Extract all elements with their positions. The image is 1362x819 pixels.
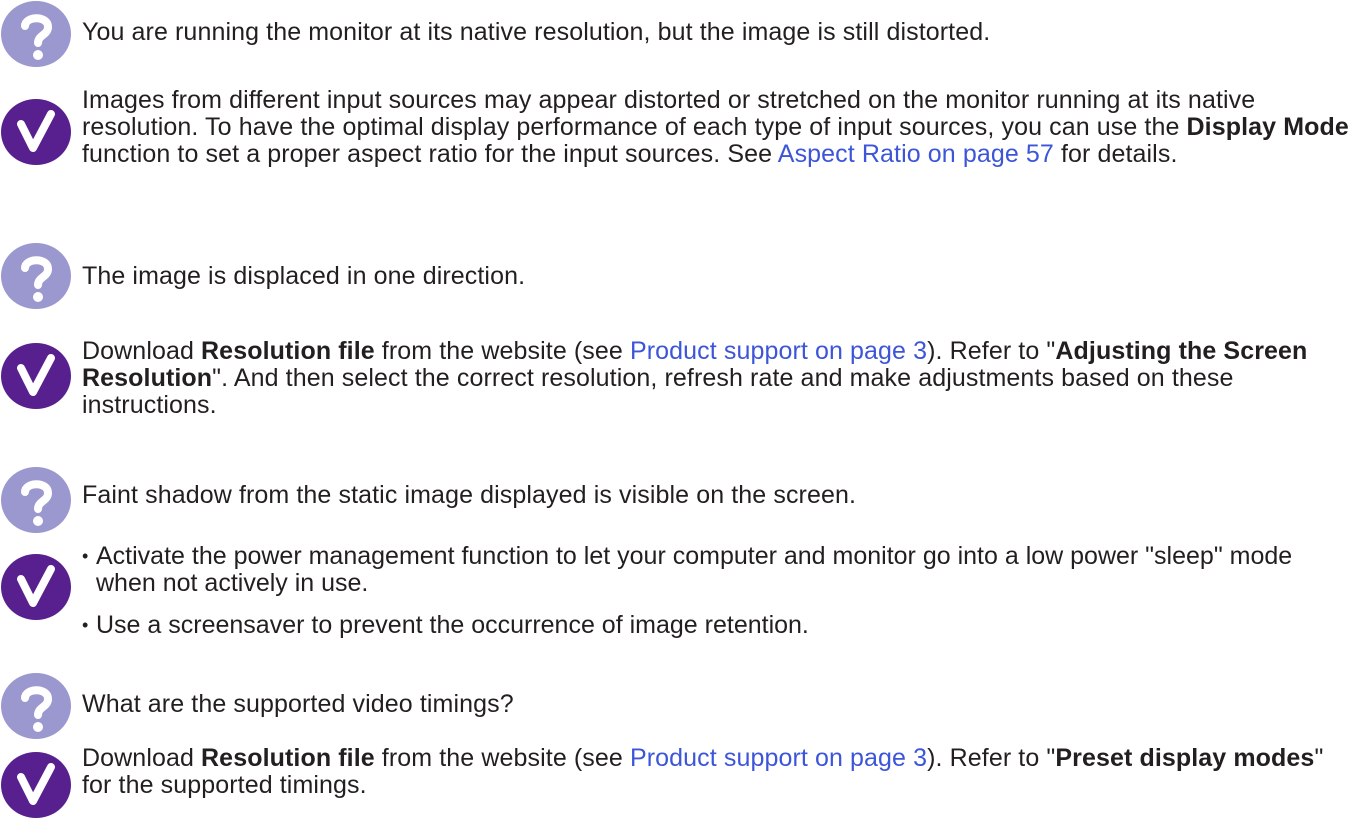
question-mark-icon xyxy=(0,242,74,310)
question-text: The image is displaced in one direction. xyxy=(82,262,526,290)
checkmark-icon xyxy=(0,553,74,621)
list-item: Activate the power management function t… xyxy=(82,543,1358,597)
resolution-file-term: Resolution file xyxy=(201,337,375,365)
question-mark-icon xyxy=(0,672,74,740)
preset-display-modes-term: Preset display modes xyxy=(1055,744,1315,772)
answer-text: Images from different input sources may … xyxy=(82,86,1349,168)
answer-text: Download Resolution file from the websit… xyxy=(82,337,1308,419)
checkmark-icon xyxy=(0,751,74,819)
display-mode-term: Display Mode xyxy=(1186,113,1349,141)
question-mark-icon xyxy=(0,466,74,534)
question-mark-icon xyxy=(0,0,74,68)
answer-text: Download Resolution file from the websit… xyxy=(82,744,1324,799)
aspect-ratio-link[interactable]: Aspect Ratio on page 57 xyxy=(778,140,1054,168)
question-text: What are the supported video timings? xyxy=(82,690,514,718)
question-text: Faint shadow from the static image displ… xyxy=(82,481,857,509)
checkmark-icon xyxy=(0,98,74,166)
product-support-link[interactable]: Product support on page 3 xyxy=(630,337,927,365)
answer-bullet-list: Activate the power management function t… xyxy=(82,543,1358,640)
list-item: Use a screensaver to prevent the occurre… xyxy=(82,612,1358,640)
checkmark-icon xyxy=(0,342,74,410)
resolution-file-term: Resolution file xyxy=(201,744,375,772)
product-support-link[interactable]: Product support on page 3 xyxy=(630,744,927,772)
question-text: You are running the monitor at its nativ… xyxy=(82,18,991,46)
